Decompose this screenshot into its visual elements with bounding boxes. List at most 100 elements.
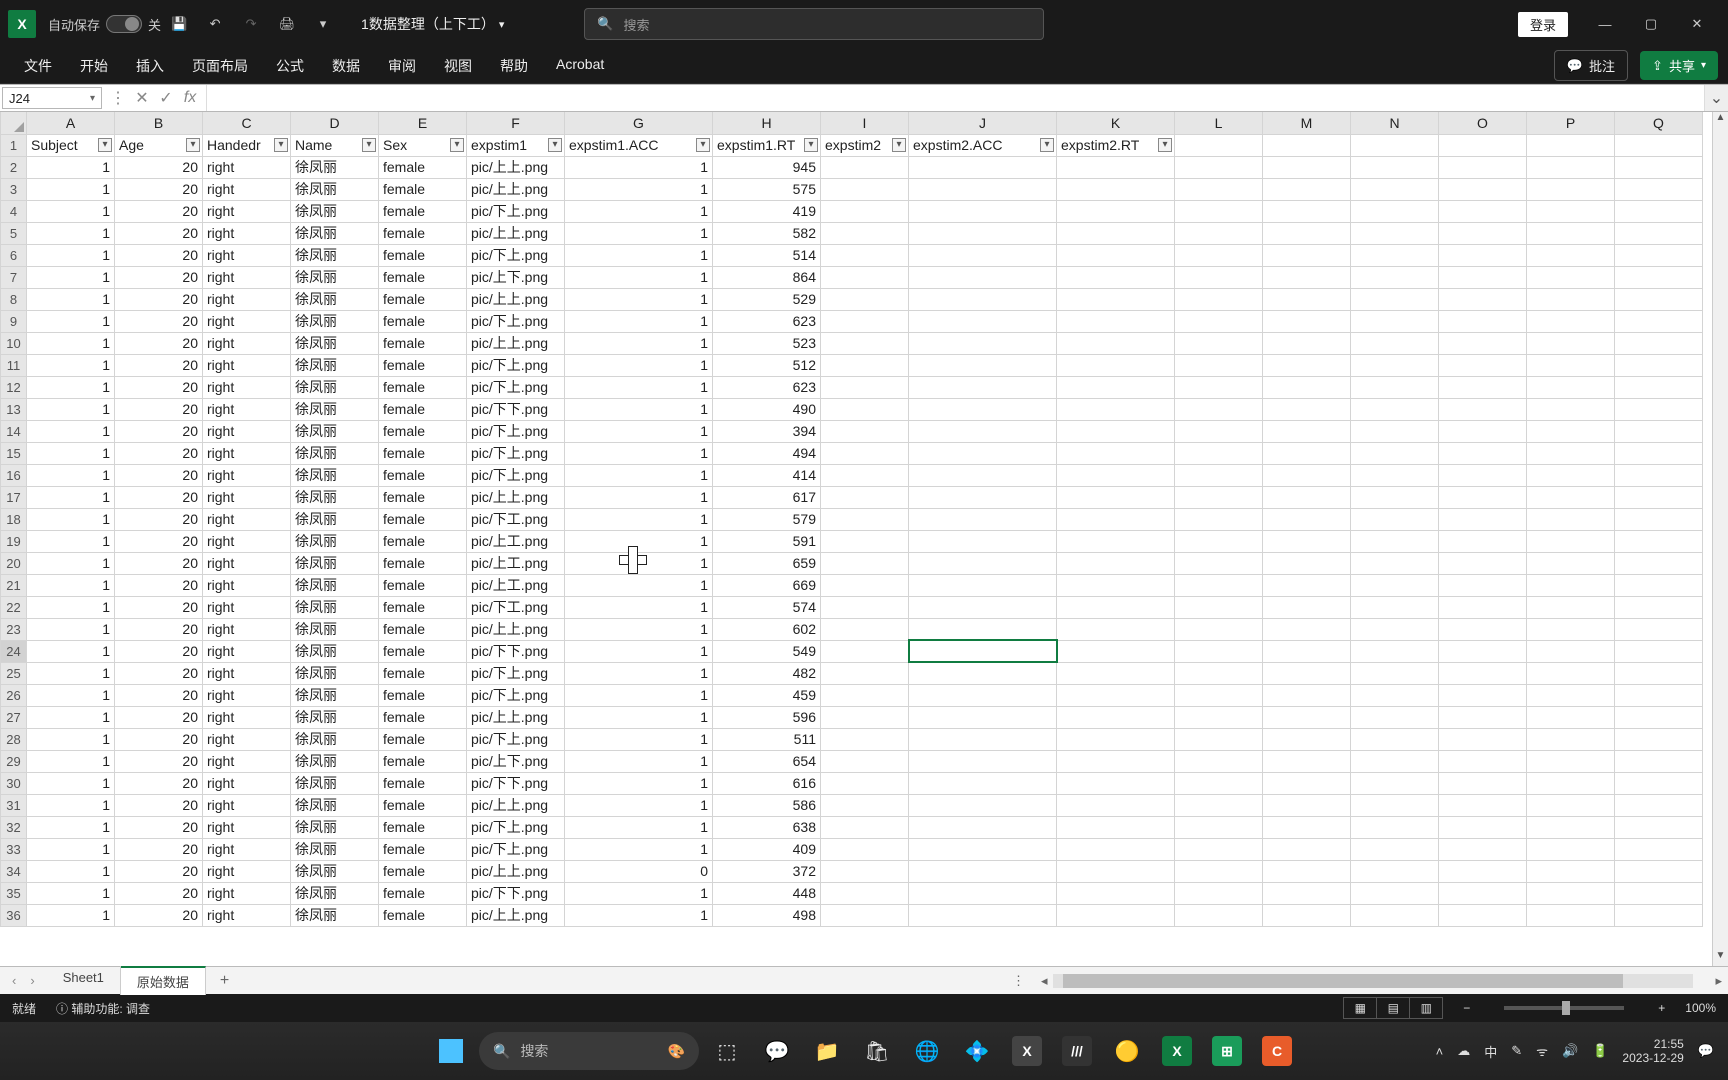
ribbon-tab-7[interactable]: 视图 — [430, 50, 486, 82]
cell-G22[interactable]: 1 — [565, 596, 713, 618]
cell-I34[interactable] — [821, 860, 909, 882]
cell-Q3[interactable] — [1615, 178, 1703, 200]
cell-F13[interactable]: pic/下下.png — [467, 398, 565, 420]
cell-A16[interactable]: 1 — [27, 464, 115, 486]
cell-N33[interactable] — [1351, 838, 1439, 860]
cell-E4[interactable]: female — [379, 200, 467, 222]
cell-E15[interactable]: female — [379, 442, 467, 464]
filter-icon[interactable]: ▾ — [548, 138, 562, 152]
cell-O31[interactable] — [1439, 794, 1527, 816]
cell-N28[interactable] — [1351, 728, 1439, 750]
row-head-36[interactable]: 36 — [1, 904, 27, 926]
cell-J22[interactable] — [909, 596, 1057, 618]
cell-N13[interactable] — [1351, 398, 1439, 420]
cell-I33[interactable] — [821, 838, 909, 860]
horizontal-scrollbar[interactable] — [1053, 974, 1693, 988]
col-head-I[interactable]: I — [821, 112, 909, 134]
cell-L15[interactable] — [1175, 442, 1263, 464]
cell-P11[interactable] — [1527, 354, 1615, 376]
cell-K31[interactable] — [1057, 794, 1175, 816]
ime-mode-icon[interactable]: ✎ — [1511, 1043, 1522, 1059]
chrome-icon[interactable]: 🟡 — [1105, 1029, 1149, 1073]
cell-E2[interactable]: female — [379, 156, 467, 178]
cell-Q17[interactable] — [1615, 486, 1703, 508]
cell-G31[interactable]: 1 — [565, 794, 713, 816]
clock[interactable]: 21:55 2023-12-29 — [1622, 1037, 1683, 1066]
cell-H4[interactable]: 419 — [713, 200, 821, 222]
cell-O10[interactable] — [1439, 332, 1527, 354]
cell-B16[interactable]: 20 — [115, 464, 203, 486]
cell-K28[interactable] — [1057, 728, 1175, 750]
cell-A32[interactable]: 1 — [27, 816, 115, 838]
cell-K19[interactable] — [1057, 530, 1175, 552]
cell-I19[interactable] — [821, 530, 909, 552]
cell-A23[interactable]: 1 — [27, 618, 115, 640]
col-head-H[interactable]: H — [713, 112, 821, 134]
qat-more-icon[interactable]: ▾ — [309, 10, 337, 38]
cell-N31[interactable] — [1351, 794, 1439, 816]
cell-J30[interactable] — [909, 772, 1057, 794]
cell-H5[interactable]: 582 — [713, 222, 821, 244]
cell-O34[interactable] — [1439, 860, 1527, 882]
cell-B19[interactable]: 20 — [115, 530, 203, 552]
undo-icon[interactable]: ↶ — [201, 10, 229, 38]
cell-D33[interactable]: 徐凤丽 — [291, 838, 379, 860]
cell-H6[interactable]: 514 — [713, 244, 821, 266]
cell-J36[interactable] — [909, 904, 1057, 926]
cell-O33[interactable] — [1439, 838, 1527, 860]
cell-B31[interactable]: 20 — [115, 794, 203, 816]
cell-M30[interactable] — [1263, 772, 1351, 794]
task-view-icon[interactable]: ⬚ — [705, 1029, 749, 1073]
cell-M9[interactable] — [1263, 310, 1351, 332]
cell-K23[interactable] — [1057, 618, 1175, 640]
camtasia-icon[interactable]: C — [1255, 1029, 1299, 1073]
app-icon-1[interactable]: X — [1005, 1029, 1049, 1073]
cell-N20[interactable] — [1351, 552, 1439, 574]
search-box[interactable]: 🔍 搜索 — [584, 8, 1044, 40]
cell-G26[interactable]: 1 — [565, 684, 713, 706]
cell-P31[interactable] — [1527, 794, 1615, 816]
cell-A34[interactable]: 1 — [27, 860, 115, 882]
cell-G17[interactable]: 1 — [565, 486, 713, 508]
cell-Q31[interactable] — [1615, 794, 1703, 816]
cell-M3[interactable] — [1263, 178, 1351, 200]
cell-J28[interactable] — [909, 728, 1057, 750]
cell-A35[interactable]: 1 — [27, 882, 115, 904]
cell-C2[interactable]: right — [203, 156, 291, 178]
cell-C24[interactable]: right — [203, 640, 291, 662]
col-head-B[interactable]: B — [115, 112, 203, 134]
cell-P28[interactable] — [1527, 728, 1615, 750]
cell-H8[interactable]: 529 — [713, 288, 821, 310]
fx-icon[interactable]: fx — [182, 89, 198, 107]
cell-F28[interactable]: pic/下上.png — [467, 728, 565, 750]
cell-P21[interactable] — [1527, 574, 1615, 596]
app-icon-2[interactable]: /// — [1055, 1029, 1099, 1073]
cell-O27[interactable] — [1439, 706, 1527, 728]
filter-icon[interactable]: ▾ — [804, 138, 818, 152]
cell-L17[interactable] — [1175, 486, 1263, 508]
cell-K7[interactable] — [1057, 266, 1175, 288]
cell-O29[interactable] — [1439, 750, 1527, 772]
cell-I8[interactable] — [821, 288, 909, 310]
cell-B32[interactable]: 20 — [115, 816, 203, 838]
cell-H25[interactable]: 482 — [713, 662, 821, 684]
cell-Q9[interactable] — [1615, 310, 1703, 332]
cell-N30[interactable] — [1351, 772, 1439, 794]
cell-Q2[interactable] — [1615, 156, 1703, 178]
cell-G20[interactable]: 1 — [565, 552, 713, 574]
cell-D11[interactable]: 徐凤丽 — [291, 354, 379, 376]
cell-A10[interactable]: 1 — [27, 332, 115, 354]
enter-icon[interactable]: ✓ — [158, 88, 174, 108]
cell-K30[interactable] — [1057, 772, 1175, 794]
row-head-14[interactable]: 14 — [1, 420, 27, 442]
cell-F6[interactable]: pic/下上.png — [467, 244, 565, 266]
cell-Q36[interactable] — [1615, 904, 1703, 926]
cell-M4[interactable] — [1263, 200, 1351, 222]
cell-B35[interactable]: 20 — [115, 882, 203, 904]
cancel-icon[interactable]: ✕ — [134, 88, 150, 108]
cell-F30[interactable]: pic/下下.png — [467, 772, 565, 794]
cell-M29[interactable] — [1263, 750, 1351, 772]
cell-Q5[interactable] — [1615, 222, 1703, 244]
cell-M6[interactable] — [1263, 244, 1351, 266]
col-head-P[interactable]: P — [1527, 112, 1615, 134]
